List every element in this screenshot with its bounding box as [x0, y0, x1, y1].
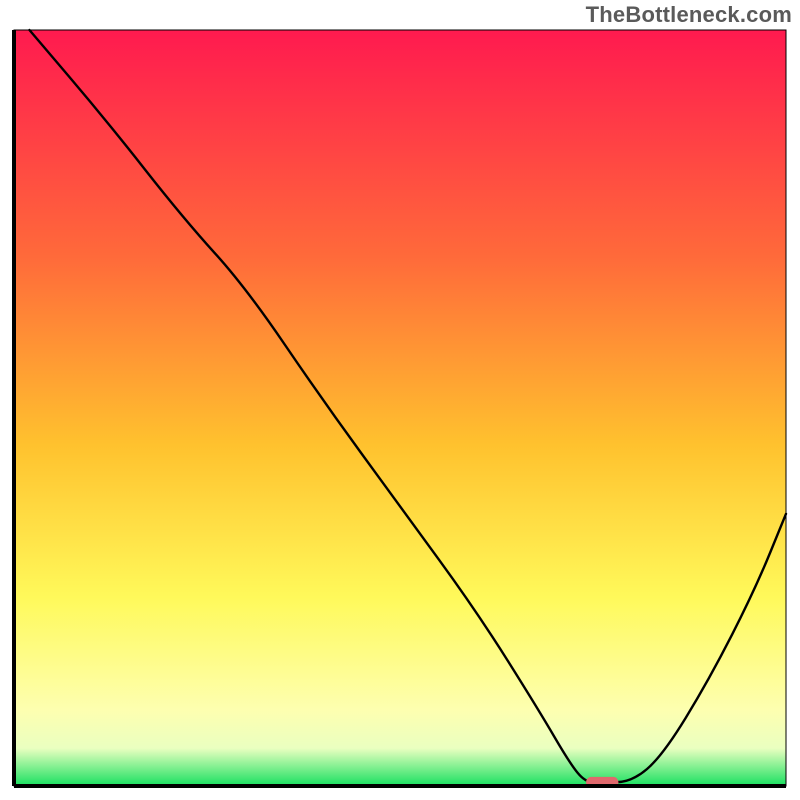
watermark-text: TheBottleneck.com — [586, 2, 792, 28]
chart-root: TheBottleneck.com — [0, 0, 800, 800]
bottleneck-chart — [0, 0, 800, 800]
gradient-background — [14, 30, 786, 786]
